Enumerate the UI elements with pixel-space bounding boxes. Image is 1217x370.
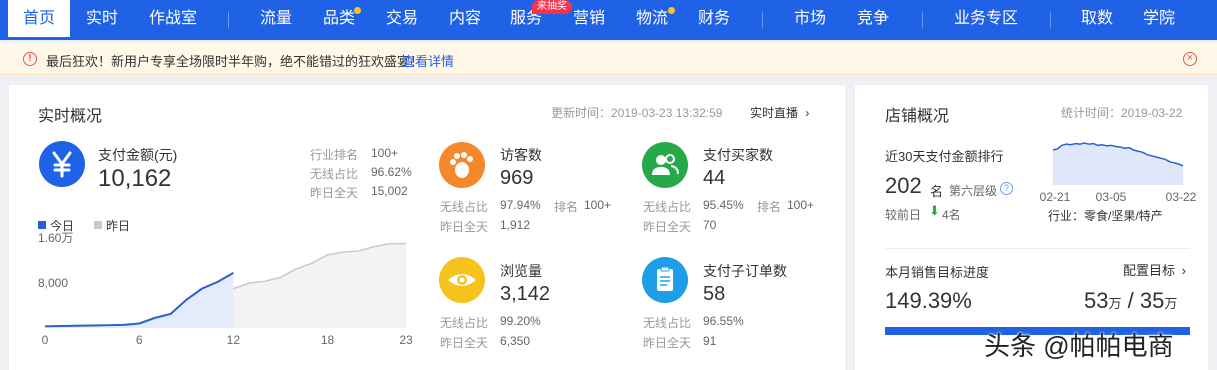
nav-separator xyxy=(922,12,923,28)
nav-item-home[interactable]: 首页 xyxy=(8,0,70,40)
visitors-yesterday-value: 1,912 xyxy=(500,218,531,232)
nav-item-logistics[interactable]: 物流 xyxy=(630,0,674,40)
nav-separator xyxy=(762,12,763,28)
pageviews-yesterday-value: 6,350 xyxy=(500,334,531,348)
buyers-wireless-value: 95.45% xyxy=(703,198,744,212)
x-tick-label: 23 xyxy=(399,333,413,347)
visitors-yesterday-label: 昨日全天 xyxy=(440,220,489,234)
footprint-icon xyxy=(439,142,485,188)
users-icon xyxy=(642,142,688,188)
buyers-rank-label: 排名 xyxy=(757,200,782,214)
nav-item-academy[interactable]: 学院 xyxy=(1137,0,1181,40)
x-tick-label: 0 xyxy=(42,333,49,347)
x-tick-label: 6 xyxy=(136,333,143,347)
clipboard-icon xyxy=(642,257,688,303)
suborders-wireless-label: 无线占比 xyxy=(643,316,692,330)
goal-config-label[interactable]: 配置目标 xyxy=(1123,263,1175,278)
nav-item-finance[interactable]: 财务 xyxy=(692,0,736,40)
new-dot-icon xyxy=(668,7,675,14)
nav-separator xyxy=(1050,12,1051,28)
nav-item-business-zone[interactable]: 业务专区 xyxy=(948,0,1024,40)
new-dot-icon xyxy=(354,7,361,14)
visitors-rank-value: 100+ xyxy=(584,198,612,212)
goal-actual-unit: 万 xyxy=(1108,296,1122,311)
rank-area xyxy=(1053,143,1183,185)
goal-amounts: 53万 / 35万 xyxy=(1084,288,1177,314)
nav-item-marketing[interactable]: 营销 xyxy=(567,0,611,40)
suborders-yesterday-value: 91 xyxy=(703,334,717,348)
nav-item-competition[interactable]: 竞争 xyxy=(851,0,895,40)
buyers-rank-value: 100+ xyxy=(787,198,815,212)
pageviews-value: 3,142 xyxy=(500,283,551,305)
alert-icon: ! xyxy=(23,52,37,66)
top-nav: 首页 实时 作战室 流量 品类 交易 内容 服务 来抽奖 营销 物流 财务 市场… xyxy=(0,0,1217,40)
goal-target: 35 xyxy=(1139,288,1165,313)
suborders-yesterday-label: 昨日全天 xyxy=(643,336,692,350)
suborders-label: 支付子订单数 xyxy=(703,263,787,279)
lottery-badge[interactable]: 来抽奖 xyxy=(532,0,572,14)
pageviews-yesterday-label: 昨日全天 xyxy=(440,336,489,350)
realtime-overview-panel: 实时概况 更新时间：2019-03-23 13:32:59 实时直播 › 支付金… xyxy=(9,85,845,370)
nav-item-trade[interactable]: 交易 xyxy=(380,0,424,40)
nav-item-category[interactable]: 品类 xyxy=(317,0,361,40)
nav-item-market[interactable]: 市场 xyxy=(788,0,832,40)
nav-separator xyxy=(228,12,229,28)
nav-item-realtime[interactable]: 实时 xyxy=(79,0,125,40)
buyers-yesterday-label: 昨日全天 xyxy=(643,220,692,234)
goal-separator: / xyxy=(1127,288,1134,313)
suborders-wireless-value: 96.55% xyxy=(703,314,744,328)
chevron-right-icon: › xyxy=(1181,263,1186,278)
nav-item-data-fetch[interactable]: 取数 xyxy=(1075,0,1119,40)
watermark: 头条 @帕帕电商 xyxy=(984,331,1174,361)
visitors-wireless-value: 97.94% xyxy=(500,198,541,212)
y-tick-label: 1.60万 xyxy=(38,231,73,245)
nav-item-traffic[interactable]: 流量 xyxy=(254,0,298,40)
industry-text: 行业：零食/坚果/特产 xyxy=(1048,209,1163,223)
goal-target-unit: 万 xyxy=(1164,296,1178,311)
buyers-value: 44 xyxy=(703,167,726,189)
y-tick-label: 8,000 xyxy=(38,276,68,290)
notice-detail-link[interactable]: 查看详情 xyxy=(402,51,454,70)
goal-percent: 149.39% xyxy=(885,288,972,313)
goal-actual: 53 xyxy=(1084,288,1109,313)
notice-text: 最后狂欢！新用户专享全场限时半年购，绝不能错过的狂欢盛宴！ xyxy=(46,54,424,69)
x-tick-label: 03-05 xyxy=(1096,190,1127,204)
visitors-rank-label: 排名 xyxy=(554,200,579,214)
pageviews-wireless-value: 99.20% xyxy=(500,314,541,328)
pageviews-label: 浏览量 xyxy=(500,263,542,279)
close-icon[interactable]: × xyxy=(1183,52,1197,66)
visitors-wireless-label: 无线占比 xyxy=(440,200,489,214)
notice-bar: ! 最后狂欢！新用户专享全场限时半年购，绝不能错过的狂欢盛宴！ 查看详情 × xyxy=(0,43,1217,75)
buyers-wireless-label: 无线占比 xyxy=(643,200,692,214)
x-tick-label: 18 xyxy=(321,333,335,347)
divider xyxy=(885,248,1190,249)
nav-item-content[interactable]: 内容 xyxy=(443,0,487,40)
goal-title: 本月销售目标进度 xyxy=(885,265,990,280)
buyers-yesterday-value: 70 xyxy=(703,218,717,232)
visitors-value: 969 xyxy=(500,167,534,189)
x-tick-label: 12 xyxy=(227,333,241,347)
today-area xyxy=(45,272,234,328)
visitors-label: 访客数 xyxy=(500,147,542,163)
eye-icon xyxy=(439,257,485,303)
x-tick-label: 03-22 xyxy=(1166,190,1197,204)
suborders-value: 58 xyxy=(703,283,726,305)
nav-item-warroom[interactable]: 作战室 xyxy=(141,0,205,40)
pageviews-wireless-label: 无线占比 xyxy=(440,316,489,330)
goal-config-link[interactable]: 配置目标 › xyxy=(1123,260,1186,279)
buyers-label: 支付买家数 xyxy=(703,147,773,163)
x-tick-label: 02-21 xyxy=(1040,190,1071,204)
